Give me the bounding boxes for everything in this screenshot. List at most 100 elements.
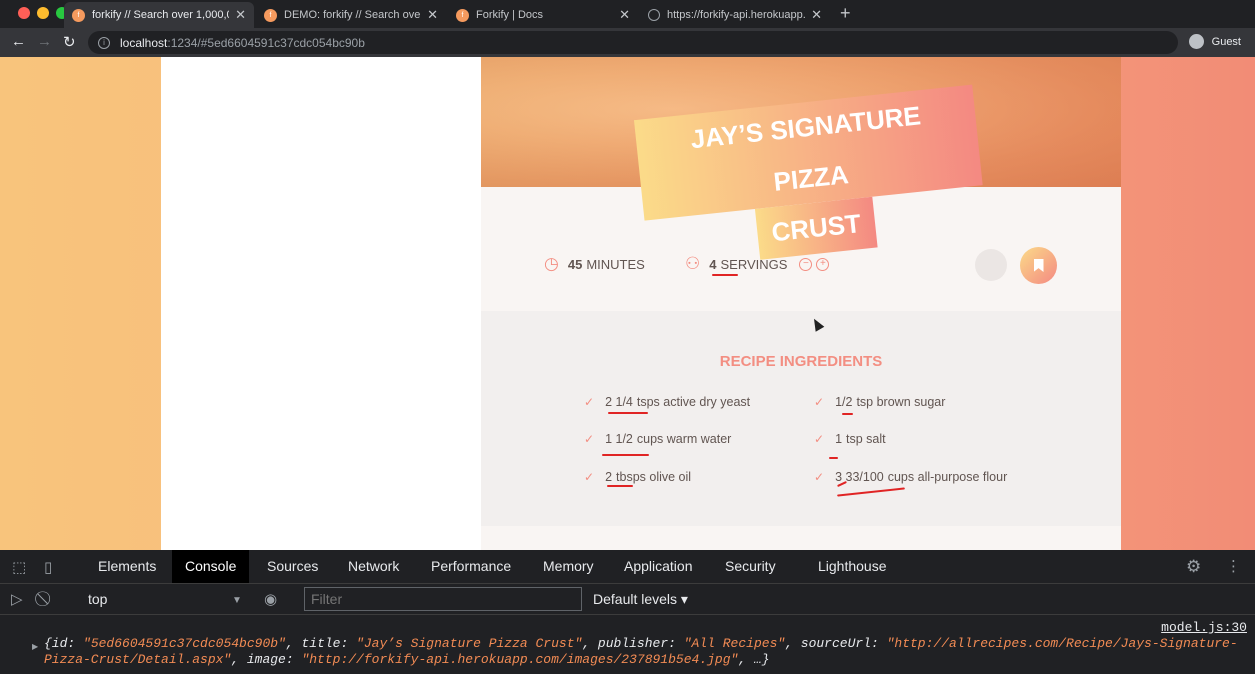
tab-elements[interactable]: Elements: [85, 550, 169, 583]
bookmark-icon: [1033, 259, 1044, 272]
ingredient-description: tbsps olive oil: [616, 470, 692, 484]
tab-sources[interactable]: Sources: [254, 550, 331, 583]
eye-icon[interactable]: ◉: [264, 590, 277, 608]
page-viewport: JAY’S SIGNATURE PIZZA CRUST ◷ 45 MINUTES…: [0, 57, 1255, 550]
devtools-panel: ⬚ ▯ Elements Console Sources Network Per…: [0, 550, 1255, 674]
close-tab-icon[interactable]: ✕: [235, 7, 246, 23]
ingredient-quantity: 2: [605, 470, 613, 484]
ingredient-description: cups all-purpose flour: [887, 470, 1008, 484]
more-options-icon[interactable]: ⋮: [1226, 557, 1241, 575]
forkify-favicon-icon: f: [264, 8, 277, 22]
annotation-underline: [837, 487, 905, 497]
new-tab-button[interactable]: +: [840, 3, 851, 24]
minimize-window-button[interactable]: [37, 7, 49, 19]
context-dropdown-icon[interactable]: ▼: [232, 595, 242, 606]
browser-tab-3[interactable]: f Forkify | Docs ✕: [448, 2, 638, 28]
device-toolbar-icon[interactable]: ▯: [44, 558, 52, 576]
tab-console[interactable]: Console: [172, 550, 250, 583]
minus-circle-icon[interactable]: −: [799, 257, 813, 271]
log-text: {id:: [44, 636, 84, 651]
profile-label: Guest: [1211, 35, 1241, 48]
ingredients-heading: RECIPE INGREDIENTS: [719, 353, 883, 370]
annotation-underline: [842, 413, 853, 415]
ingredient-quantity: 1 1/2: [605, 432, 633, 446]
annotation-underline: [608, 412, 648, 414]
forkify-favicon-icon: f: [72, 8, 85, 22]
filter-input[interactable]: [304, 587, 582, 611]
window-controls: [18, 7, 68, 19]
ingredient-item: ✓ 2 1/4 tsps active dry yeast: [584, 395, 750, 409]
annotation-underline: [829, 457, 838, 459]
tab-title: https://forkify-api.herokuapp.c: [667, 9, 806, 21]
browser-toolbar: ← → ↻ i localhost:1234/#5ed6604591c37cdc…: [0, 28, 1255, 57]
minutes-label: MINUTES: [586, 256, 645, 272]
recipe-time: ◷ 45 MINUTES: [544, 254, 645, 274]
tab-title: Forkify | Docs: [476, 9, 544, 21]
ingredients-section: RECIPE INGREDIENTS ✓ 2 1/4 tsps active dry…: [481, 311, 1121, 526]
log-string: "http://forkify-api.herokuapp.com/images…: [301, 652, 739, 667]
ingredient-quantity: 2 1/4: [605, 395, 633, 409]
browser-tab-1[interactable]: f forkify // Search over 1,000,000 ✕: [64, 2, 254, 28]
sidebar-toggle-icon[interactable]: ▷: [11, 590, 23, 608]
plus-circle-icon[interactable]: +: [816, 257, 830, 271]
browser-tab-strip: f forkify // Search over 1,000,000 ✕ f D…: [0, 0, 1255, 28]
search-results-panel: [161, 57, 481, 550]
log-levels-label: Default levels: [593, 591, 678, 607]
ingredient-item: ✓ 1 tsp salt: [814, 432, 886, 446]
close-tab-icon[interactable]: ✕: [427, 7, 438, 23]
tab-security[interactable]: Security: [712, 550, 789, 583]
info-icon[interactable]: i: [98, 36, 110, 49]
context-selector[interactable]: top: [88, 591, 107, 607]
tab-lighthouse[interactable]: Lighthouse: [805, 550, 900, 583]
close-tab-icon[interactable]: ✕: [619, 7, 630, 23]
log-levels-dropdown[interactable]: Default levels ▾: [593, 591, 688, 608]
tab-application[interactable]: Application: [611, 550, 706, 583]
address-bar[interactable]: i localhost:1234/#5ed6604591c37cdc054bc9…: [88, 31, 1178, 54]
user-generated-badge: [975, 249, 1007, 281]
reload-icon[interactable]: ↻: [63, 33, 76, 51]
check-icon: ✓: [584, 470, 595, 484]
inspect-element-icon[interactable]: ⬚: [12, 558, 26, 576]
url-path: :1234/#5ed6604591c37cdc054bc90b: [167, 35, 365, 50]
annotation-underline: [602, 454, 649, 456]
log-text: , …}: [738, 652, 770, 667]
ingredient-item: ✓ 2 tbsps olive oil: [584, 470, 691, 484]
ingredient-quantity: 1/2: [835, 395, 853, 409]
ingredient-description: tsp salt: [846, 432, 886, 446]
check-icon: ✓: [814, 395, 825, 409]
devtools-tab-bar: ⬚ ▯ Elements Console Sources Network Per…: [0, 550, 1255, 584]
close-window-button[interactable]: [18, 7, 30, 19]
url-host: localhost: [120, 35, 168, 50]
ingredient-item: ✓ 1 1/2 cups warm water: [584, 432, 731, 446]
tab-title: forkify // Search over 1,000,000: [92, 9, 229, 21]
clock-icon: ◷: [544, 254, 559, 273]
avatar-icon: [1188, 34, 1204, 49]
expand-triangle-icon[interactable]: ▶: [32, 642, 38, 651]
annotation-underline: [712, 274, 738, 276]
console-toolbar: ▷ ⃠ top ▼ ◉ Default levels ▾: [0, 585, 1255, 615]
check-icon: ✓: [584, 395, 595, 409]
gear-icon[interactable]: ⚙: [1186, 557, 1201, 577]
forward-icon[interactable]: →: [37, 33, 52, 50]
close-tab-icon[interactable]: ✕: [811, 7, 822, 23]
tab-performance[interactable]: Performance: [418, 550, 524, 583]
log-text: , title:: [285, 636, 357, 651]
log-text: , image:: [231, 652, 302, 667]
back-icon[interactable]: ←: [11, 33, 26, 50]
ingredient-description: tsp brown sugar: [856, 395, 946, 409]
profile-button[interactable]: Guest: [1188, 34, 1241, 49]
log-text: , sourceUrl:: [785, 636, 887, 651]
log-object[interactable]: {id: "5ed6604591c37cdc054bc90b", title: …: [44, 636, 1254, 668]
forkify-favicon-icon: f: [456, 8, 469, 22]
tab-title: DEMO: forkify // Search over 1,: [284, 9, 422, 21]
log-string: "All Recipes": [683, 636, 786, 651]
browser-tab-2[interactable]: f DEMO: forkify // Search over 1, ✕: [256, 2, 446, 28]
bookmark-button[interactable]: [1020, 247, 1057, 284]
minutes-value: 45: [567, 256, 583, 272]
check-icon: ✓: [814, 470, 825, 484]
browser-tab-4[interactable]: https://forkify-api.herokuapp.c ✕: [640, 2, 830, 28]
tab-memory[interactable]: Memory: [530, 550, 607, 583]
tab-network[interactable]: Network: [335, 550, 412, 583]
annotation-underline: [607, 485, 633, 487]
log-source-link[interactable]: model.js:30: [1161, 620, 1247, 635]
